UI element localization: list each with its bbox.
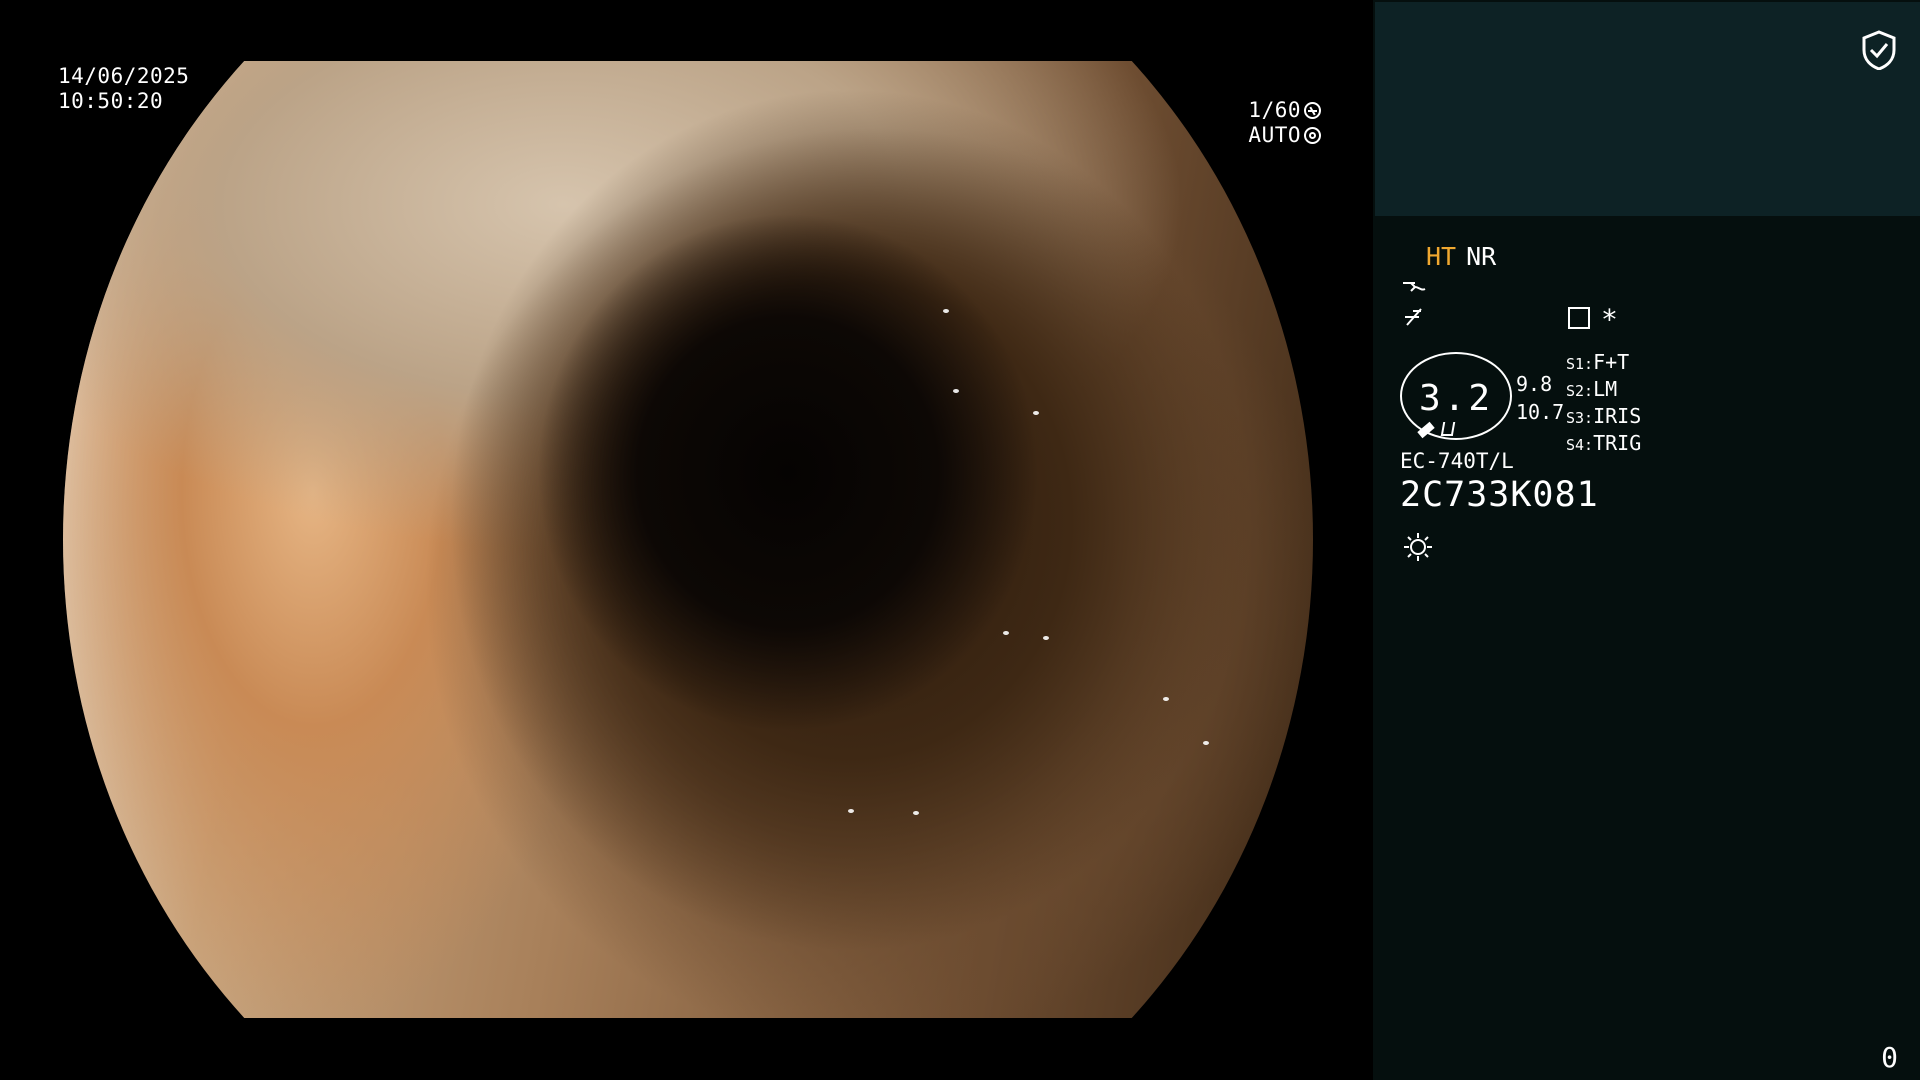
switch-item: S2:LM: [1566, 377, 1641, 404]
switch-value: TRIG: [1593, 431, 1642, 455]
switch-item: S1:F+T: [1566, 350, 1641, 377]
switch-key: S1:: [1566, 355, 1594, 373]
record-settings-icon: [1568, 307, 1590, 329]
switch-value: IRIS: [1593, 404, 1642, 428]
switch-key: S2:: [1566, 382, 1594, 400]
scale-bottom-value: 10.7: [1516, 400, 1565, 424]
color-enhancement-icon: [1405, 308, 1422, 326]
date-text: 14/06/2025: [58, 64, 190, 88]
asterisk-indicator: *: [1601, 303, 1618, 336]
shutter-speed-text: 1/60: [1248, 98, 1301, 122]
scope-switch-list: S1:F+T S2:LM S3:IRIS S4:TRIG: [1566, 350, 1641, 458]
cup-icon: [1440, 422, 1456, 436]
light-source-icon: [1404, 533, 1432, 561]
switch-value: F+T: [1593, 350, 1630, 374]
structure-enhancement-icon: [1403, 282, 1426, 292]
switch-value: LM: [1593, 377, 1618, 401]
time-text: 10:50:20: [58, 89, 164, 113]
reflection-highlight: [913, 811, 919, 815]
date-time-display: 14/06/2025 10:50:20: [58, 64, 189, 114]
panel-header: [1375, 2, 1920, 216]
exposure-info: 1/60 AUTO: [1161, 98, 1321, 148]
reflection-highlight: [1003, 631, 1009, 635]
shutter-icon: [1304, 102, 1321, 119]
exposure-mode-row: AUTO: [1161, 123, 1321, 148]
scope-serial-number: 2C733K081: [1400, 475, 1599, 515]
reflection-highlight: [1043, 636, 1049, 640]
scope-model: EC-740T/L: [1400, 449, 1514, 473]
switch-key: S4:: [1566, 436, 1594, 454]
shield-check-icon: [1862, 30, 1896, 70]
switch-item: S4:TRIG: [1566, 431, 1641, 458]
endoscope-video-area: 14/06/2025 10:50:20 1/60 AUTO: [0, 0, 1373, 1080]
mode-nr-label: NR: [1466, 242, 1497, 271]
magnification-gauge: 3.2: [1400, 352, 1512, 440]
reflection-highlight: [848, 809, 854, 813]
gauge-value: 3.2: [1418, 378, 1494, 419]
mode-ht-label: HT: [1426, 242, 1457, 271]
reflection-highlight: [943, 309, 949, 313]
reflection-highlight: [1203, 741, 1209, 745]
scale-values: 9.8 10.7: [1516, 370, 1564, 426]
endoscope-image: [63, 61, 1313, 1018]
status-side-panel: HT NR * 3.2 9.8 10.7 S1:F+T S2:LM S3:IRIS…: [1373, 0, 1920, 1080]
image-counter: 0: [1881, 1041, 1898, 1074]
exposure-mode-text: AUTO: [1248, 123, 1301, 147]
scale-top-value: 9.8: [1516, 372, 1553, 396]
image-mode-row: HT NR: [1426, 242, 1496, 271]
switch-item: S3:IRIS: [1566, 404, 1641, 431]
switch-key: S3:: [1566, 409, 1594, 427]
pen-icon: [1417, 421, 1435, 439]
reflection-highlight: [1033, 411, 1039, 415]
reflection-highlight: [1163, 697, 1169, 701]
reflection-highlight: [953, 389, 959, 393]
iris-icon: [1304, 127, 1321, 144]
shutter-row: 1/60: [1161, 98, 1321, 123]
